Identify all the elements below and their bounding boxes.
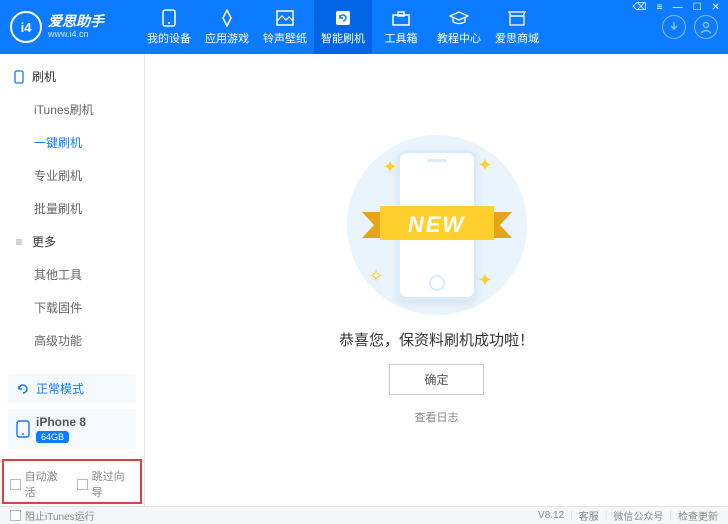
- view-log-link[interactable]: 查看日志: [415, 409, 459, 425]
- success-hero: ✦ ✦ ✧ ✦ NEW: [347, 135, 527, 315]
- new-ribbon: NEW: [362, 202, 512, 248]
- logo-icon: i4: [10, 11, 42, 43]
- checkbox-block-itunes[interactable]: 阻止iTunes运行: [10, 508, 95, 523]
- nav-my-device[interactable]: 我的设备: [140, 0, 198, 54]
- user-button[interactable]: [694, 15, 718, 39]
- status-bar: 阻止iTunes运行 V8.12 | 客服 | 微信公众号 | 检查更新: [0, 506, 728, 524]
- section-title: 更多: [32, 233, 56, 250]
- ok-button[interactable]: 确定: [389, 364, 483, 395]
- nav-store[interactable]: 爱思商城: [488, 0, 546, 54]
- toolbox-icon: [391, 8, 411, 28]
- nav-label: 铃声壁纸: [263, 30, 307, 46]
- win-menu-icon[interactable]: ⌫: [631, 2, 649, 13]
- phone-icon: [159, 8, 179, 28]
- device-storage-badge: 64GB: [36, 431, 69, 443]
- top-nav-tabs: 我的设备 应用游戏 铃声壁纸 智能刷机 工具箱 教程中心 爱思商城: [140, 0, 662, 54]
- nav-ringtone[interactable]: 铃声壁纸: [256, 0, 314, 54]
- phone-device-icon: [16, 420, 30, 438]
- win-minimize-icon[interactable]: —: [671, 2, 685, 13]
- bottom-options-highlighted: 自动激活 跳过向导: [2, 459, 142, 504]
- footer-link-support[interactable]: 客服: [579, 508, 599, 523]
- sidebar-item-itunes-flash[interactable]: iTunes刷机: [0, 93, 144, 126]
- checkbox-auto-activate[interactable]: 自动激活: [10, 468, 67, 500]
- sidebar-item-advanced[interactable]: 高级功能: [0, 324, 144, 357]
- device-name: iPhone 8: [36, 415, 86, 429]
- checkbox-label: 自动激活: [25, 468, 67, 500]
- footer-link-wechat[interactable]: 微信公众号: [613, 508, 663, 523]
- checkbox-skip-wizard[interactable]: 跳过向导: [77, 468, 134, 500]
- refresh-small-icon: [16, 382, 30, 396]
- sparkle-icon: ✧: [369, 266, 384, 287]
- download-button[interactable]: [662, 15, 686, 39]
- phone-small-icon: [12, 70, 26, 84]
- sparkle-icon: ✦: [383, 157, 398, 178]
- sidebar-section-more[interactable]: ≡ 更多: [0, 225, 144, 258]
- sparkle-icon: ✦: [477, 270, 492, 291]
- checkbox-icon: [10, 479, 21, 490]
- checkbox-icon: [77, 479, 88, 490]
- footer-link-update[interactable]: 检查更新: [678, 508, 718, 523]
- main-content: ✦ ✦ ✧ ✦ NEW 恭喜您，保资料刷机成功啦！ 确定 查看日志: [145, 54, 728, 506]
- sidebar-item-batch-flash[interactable]: 批量刷机: [0, 192, 144, 225]
- graduation-icon: [449, 8, 469, 28]
- nav-apps[interactable]: 应用游戏: [198, 0, 256, 54]
- brand-name: 爱思助手: [48, 14, 104, 29]
- sidebar-item-download-firmware[interactable]: 下载固件: [0, 291, 144, 324]
- apps-icon: [217, 8, 237, 28]
- win-close-icon[interactable]: ✕: [710, 2, 722, 13]
- sparkle-icon: ✦: [477, 155, 492, 176]
- checkbox-label: 跳过向导: [92, 468, 134, 500]
- app-logo-area: i4 爱思助手 www.i4.cn: [0, 11, 140, 43]
- ribbon-text: NEW: [408, 212, 465, 238]
- checkbox-icon: [10, 510, 21, 521]
- device-box[interactable]: iPhone 8 64GB: [8, 409, 136, 449]
- nav-label: 我的设备: [147, 30, 191, 46]
- nav-label: 智能刷机: [321, 30, 365, 46]
- checkbox-label: 阻止iTunes运行: [25, 508, 95, 523]
- nav-label: 教程中心: [437, 30, 481, 46]
- success-message: 恭喜您，保资料刷机成功啦！: [339, 329, 534, 350]
- version-label: V8.12: [538, 510, 564, 521]
- store-icon: [507, 8, 527, 28]
- sidebar-item-pro-flash[interactable]: 专业刷机: [0, 159, 144, 192]
- nav-label: 应用游戏: [205, 30, 249, 46]
- image-icon: [275, 8, 295, 28]
- nav-label: 爱思商城: [495, 30, 539, 46]
- sidebar: 刷机 iTunes刷机 一键刷机 专业刷机 批量刷机 ≡ 更多 其他工具 下载固…: [0, 54, 145, 506]
- nav-toolbox[interactable]: 工具箱: [372, 0, 430, 54]
- mode-label: 正常模式: [36, 380, 84, 397]
- win-maximize-icon[interactable]: ☐: [691, 2, 704, 13]
- sidebar-item-oneclick-flash[interactable]: 一键刷机: [0, 126, 144, 159]
- menu-icon: ≡: [12, 235, 26, 249]
- sidebar-section-flash[interactable]: 刷机: [0, 60, 144, 93]
- refresh-icon: [333, 8, 353, 28]
- window-controls: ⌫ ≡ — ☐ ✕: [631, 2, 722, 13]
- win-hamburger-icon[interactable]: ≡: [655, 2, 665, 13]
- nav-label: 工具箱: [385, 30, 418, 46]
- section-title: 刷机: [32, 68, 56, 85]
- sidebar-item-other-tools[interactable]: 其他工具: [0, 258, 144, 291]
- nav-tutorial[interactable]: 教程中心: [430, 0, 488, 54]
- device-mode-indicator[interactable]: 正常模式: [8, 374, 136, 403]
- brand-url: www.i4.cn: [48, 30, 104, 40]
- nav-flash[interactable]: 智能刷机: [314, 0, 372, 54]
